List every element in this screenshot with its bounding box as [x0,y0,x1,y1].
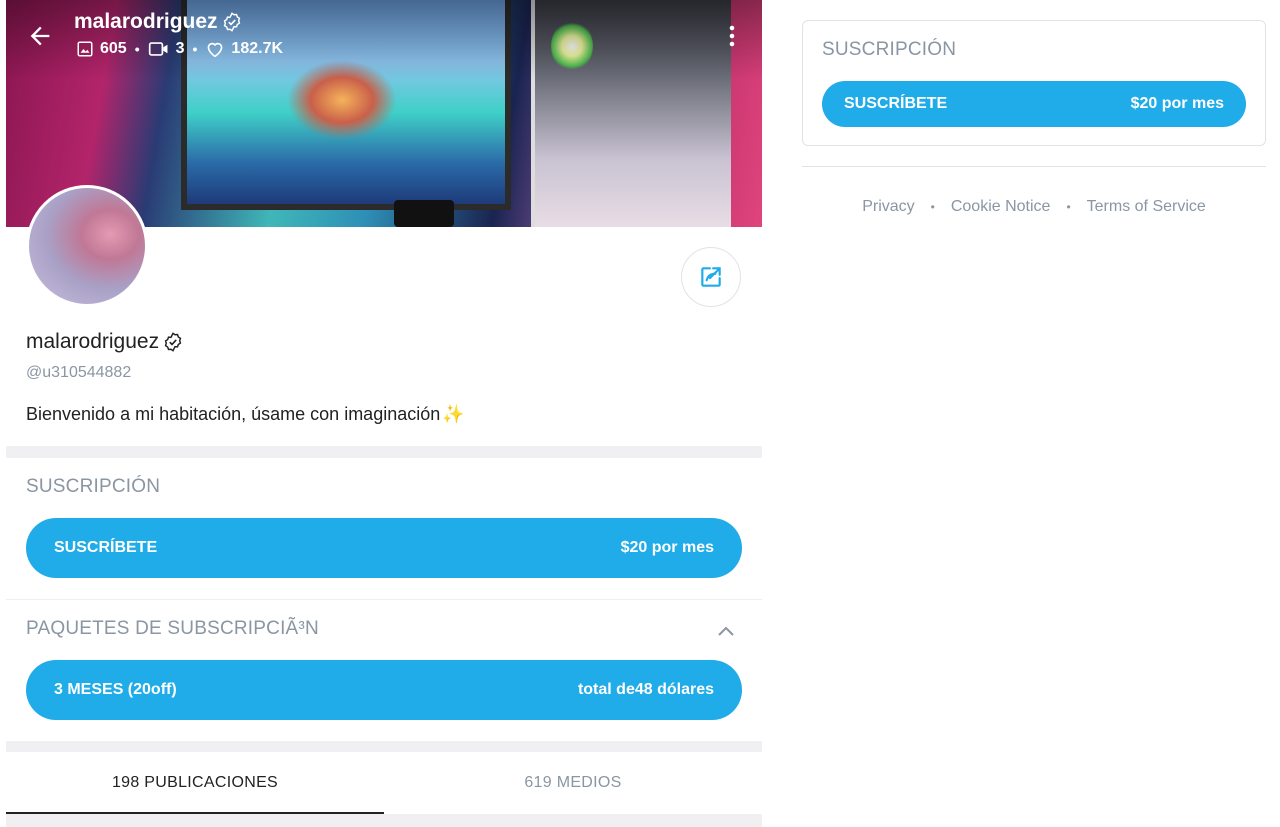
header-name-text: malarodriguez [74,10,218,33]
subscribe-price: $20 por mes [620,539,714,556]
sidebar-subscribe-button[interactable]: SUSCRÍBETE $20 por mes [822,81,1246,127]
display-name-text: malarodriguez [26,330,160,353]
bundle-button[interactable]: 3 MESES (20off) total de48 dólares [26,660,742,720]
username: @u310544882 [26,364,132,381]
cover-header: malarodriguez 605 • 3 • 182.7K [6,0,762,80]
videos-count: 3 [175,40,185,57]
subscribe-button[interactable]: SUSCRÍBETE $20 por mes [26,518,742,578]
sidebar-subscribe-label: SUSCRÍBETE [844,95,948,112]
sidebar-subscription-title: SUSCRIPCIÓN [822,39,957,60]
cookie-notice-link[interactable]: Cookie Notice [951,198,1051,216]
subscription-title: SUSCRIPCIÓN [26,476,161,497]
verified-icon [164,332,182,352]
subscribe-label: SUSCRÍBETE [54,539,158,556]
more-vertical-icon[interactable] [728,24,736,48]
profile-column: malarodriguez 605 • 3 • 182.7K malarodri… [6,0,762,827]
share-icon [701,267,721,287]
back-arrow-icon[interactable] [26,22,54,50]
heart-icon [208,42,223,58]
terms-link[interactable]: Terms of Service [1087,198,1206,216]
header-name: malarodriguez [74,10,243,34]
verified-icon [223,12,240,32]
header-stats: 605 • 3 • 182.7K [76,40,283,58]
tab-posts[interactable]: 198 PUBLICACIONES [6,752,384,814]
tab-media[interactable]: 619 MEDIOS [384,752,762,814]
sidebar-subscription: SUSCRIPCIÓN SUSCRÍBETE $20 por mes [802,20,1266,146]
chevron-up-icon[interactable] [714,620,738,644]
sidebar-subscribe-price: $20 por mes [1130,95,1224,112]
stats-separator: • [134,41,140,57]
subscription-section: SUSCRIPCIÓN SUSCRÍBETE $20 por mes [6,458,762,599]
footer-separator: • [1066,200,1071,214]
privacy-link[interactable]: Privacy [862,198,914,216]
bio: Bienvenido a mi habitación, úsame con im… [26,404,465,425]
bundles-section: PAQUETES DE SUBSCRIPCIÃ³N 3 MESES (20off… [6,600,762,741]
content-tabs: 198 PUBLICACIONES 619 MEDIOS [6,752,762,814]
sparkles-icon: ✨ [442,404,465,424]
share-button[interactable] [681,247,741,307]
image-icon [77,41,93,57]
photos-count: 605 [100,40,127,57]
profile-card: malarodriguez @u310544882 Bienvenido a m… [6,185,762,446]
bio-text: Bienvenido a mi habitación, úsame con im… [26,404,441,424]
bundle-price: total de48 dólares [577,681,714,698]
avatar[interactable] [26,185,148,307]
stats-separator: • [192,41,198,57]
bundles-title: PAQUETES DE SUBSCRIPCIÃ³N [26,618,319,639]
display-name: malarodriguez [26,330,184,354]
sidebar-divider [802,166,1266,167]
footer-separator: • [930,200,935,214]
bundle-label: 3 MESES (20off) [54,681,177,698]
likes-count: 182.7K [231,40,284,57]
video-icon [148,42,168,56]
footer-links: Privacy • Cookie Notice • Terms of Servi… [802,198,1266,216]
